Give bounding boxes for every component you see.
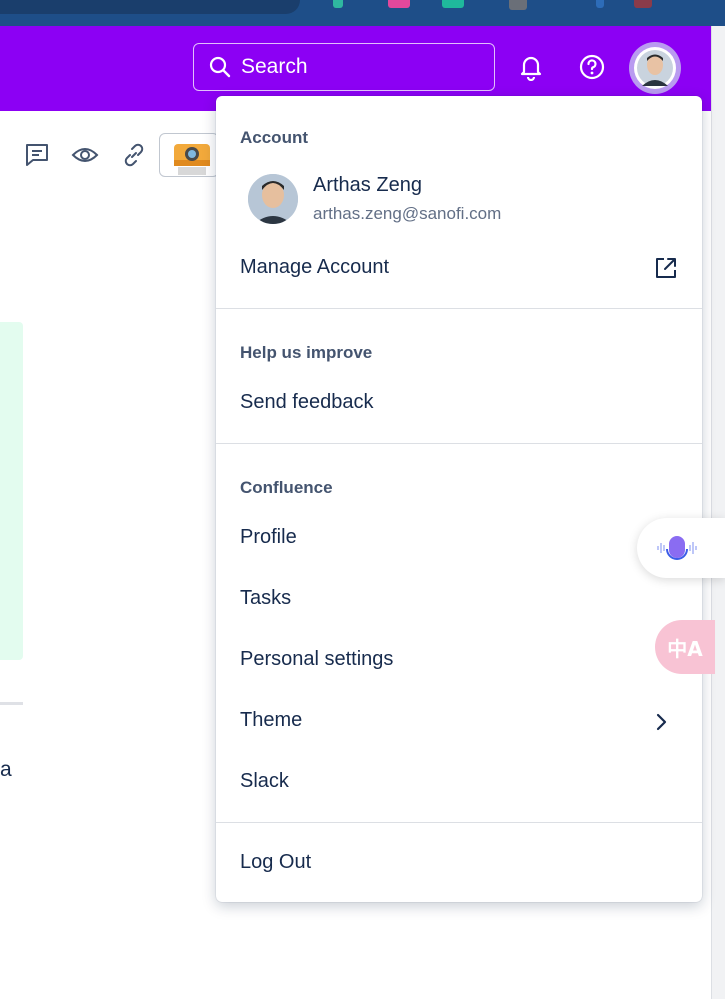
camera-emoji-button[interactable] — [159, 133, 219, 177]
external-link-icon — [656, 258, 676, 278]
user-avatar — [248, 174, 298, 224]
camera-icon — [174, 144, 210, 175]
divider — [0, 702, 23, 705]
chevron-right-icon — [656, 713, 667, 731]
send-feedback-label: Send feedback — [240, 391, 374, 413]
extension-icon[interactable] — [596, 0, 604, 8]
extension-icon[interactable] — [442, 0, 464, 8]
copy-link-button[interactable] — [119, 140, 149, 170]
translate-button[interactable]: 中A — [655, 620, 715, 674]
send-feedback-item[interactable]: Send feedback — [216, 380, 702, 428]
link-icon — [124, 143, 144, 167]
section-title-confluence: Confluence — [240, 478, 333, 497]
menu-item-profile[interactable]: Profile — [216, 515, 702, 563]
menu-item-slack[interactable]: Slack — [216, 759, 702, 807]
comment-icon — [26, 144, 48, 166]
browser-tab[interactable] — [0, 0, 300, 14]
user-name: Arthas Zeng — [313, 174, 422, 196]
menu-item-theme[interactable]: Theme — [216, 698, 702, 746]
watch-button[interactable] — [70, 140, 100, 170]
help-button[interactable] — [576, 51, 608, 83]
search-icon — [209, 56, 231, 78]
menu-item-label: Tasks — [240, 587, 292, 609]
avatar — [637, 50, 673, 86]
menu-item-label: Personal settings — [240, 648, 394, 670]
extension-icon[interactable] — [388, 0, 410, 8]
eye-icon — [71, 148, 99, 162]
profile-menu-button[interactable] — [629, 42, 681, 94]
menu-divider — [216, 822, 702, 823]
account-profile-row[interactable]: Arthas Zeng arthas.zeng@sanofi.com — [216, 166, 702, 234]
menu-item-label: Profile — [240, 526, 297, 548]
menu-item-label: Slack — [240, 770, 289, 792]
bell-icon — [520, 56, 542, 81]
browser-chrome — [0, 0, 725, 26]
account-dropdown-menu: Account Arthas Zeng arthas.zeng@sanofi.c… — [216, 96, 702, 902]
body-text-fragment: a — [0, 758, 12, 781]
menu-divider — [216, 308, 702, 309]
section-title-account: Account — [240, 128, 308, 147]
avatar — [248, 174, 298, 224]
menu-item-personal-settings[interactable]: Personal settings — [216, 637, 702, 685]
log-out-label: Log Out — [240, 851, 312, 873]
voice-assistant-button[interactable] — [637, 518, 725, 578]
microphone-icon — [657, 536, 697, 560]
scrollbar[interactable] — [711, 26, 725, 999]
extension-icon[interactable] — [509, 0, 527, 10]
section-title-help: Help us improve — [240, 343, 373, 362]
translate-icon: 中A — [667, 636, 703, 661]
menu-item-tasks[interactable]: Tasks — [216, 576, 702, 624]
notifications-button[interactable] — [515, 51, 547, 83]
menu-item-label: Theme — [240, 709, 303, 731]
search-input[interactable]: Search — [193, 43, 495, 91]
user-email: arthas.zeng@sanofi.com — [313, 204, 502, 223]
search-label: Search — [241, 55, 308, 78]
manage-account-item[interactable]: Manage Account — [216, 244, 702, 292]
comment-button[interactable] — [22, 140, 52, 170]
manage-account-label: Manage Account — [240, 256, 389, 278]
help-icon — [579, 54, 605, 80]
info-panel — [0, 322, 23, 660]
extension-icon[interactable] — [333, 0, 343, 8]
log-out-item[interactable]: Log Out — [216, 839, 702, 887]
profile-icon[interactable] — [634, 0, 652, 8]
menu-divider — [216, 443, 702, 444]
